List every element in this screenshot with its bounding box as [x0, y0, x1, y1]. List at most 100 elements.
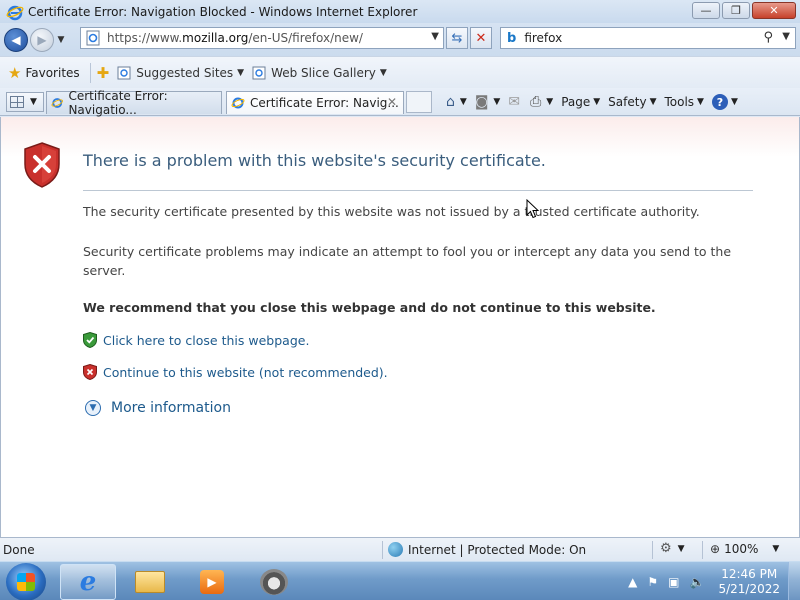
new-tab-button[interactable] — [406, 91, 432, 113]
search-icon[interactable]: ⚲ — [763, 30, 773, 45]
ie-logo-icon — [6, 5, 24, 20]
chevron-down-icon: ▼ — [493, 97, 501, 107]
more-information-toggle[interactable]: ▼ More information — [85, 400, 231, 416]
suggested-sites-icon — [117, 66, 131, 79]
show-hidden-icons-icon[interactable]: ▲ — [628, 575, 637, 589]
chevron-down-icon: ▼ — [459, 97, 467, 107]
back-button[interactable]: ◀ — [4, 27, 28, 52]
recent-pages-dropdown[interactable]: ▼ — [54, 35, 68, 45]
tab-page-icon — [51, 98, 63, 108]
safety-menu-label: Safety — [608, 95, 647, 109]
settings-gear-icon: ⚙ — [660, 541, 672, 556]
home-button[interactable]: ⌂ ▼ — [446, 94, 467, 110]
start-button[interactable] — [6, 563, 46, 600]
address-url[interactable]: https://www.mozilla.org/en-US/firefox/ne… — [107, 31, 363, 45]
web-slice-icon — [252, 66, 266, 79]
refresh-icon[interactable]: ⇆ — [446, 27, 468, 49]
quick-tabs-button[interactable]: ▼ — [6, 92, 44, 112]
windows-logo-icon — [17, 573, 35, 591]
minimize-button[interactable]: — — [692, 2, 720, 19]
favorites-star-icon: ★ — [8, 63, 22, 82]
forward-button[interactable]: ▶ — [30, 27, 54, 52]
page-icon — [86, 30, 100, 46]
web-slice-gallery-label: Web Slice Gallery — [271, 65, 376, 80]
zoom-control[interactable]: ⊕ 100% ▼ — [710, 542, 779, 556]
network-icon[interactable]: ▣ — [668, 575, 679, 589]
page-title: There is a problem with this website's s… — [83, 151, 546, 170]
close-webpage-link[interactable]: Click here to close this webpage. — [83, 332, 309, 348]
tab-certificate-error-1[interactable]: Certificate Error: Navigatio... — [46, 89, 222, 117]
search-input[interactable] — [524, 31, 745, 45]
home-icon: ⌂ — [446, 94, 455, 110]
window-title: Certificate Error: Navigation Blocked - … — [28, 4, 418, 19]
chevron-down-icon: ▼ — [237, 67, 245, 78]
action-center-flag-icon[interactable]: ⚑ — [647, 575, 658, 589]
taskbar-raccoon-app[interactable] — [246, 564, 302, 600]
certificate-message: The security certificate presented by th… — [83, 204, 700, 219]
clock[interactable]: 12:46 PM 5/21/2022 — [718, 567, 780, 597]
clock-date: 5/21/2022 — [718, 581, 780, 596]
tab-row: ▼ Certificate Error: Navigatio... Certif… — [0, 88, 800, 117]
favorites-separator — [89, 62, 91, 83]
bing-icon: b — [507, 30, 517, 46]
stop-icon[interactable]: ✕ — [470, 27, 492, 49]
tools-menu[interactable]: Tools ▼ — [664, 95, 703, 109]
tab-list-dropdown-icon[interactable]: ▼ — [30, 97, 37, 107]
page-content: There is a problem with this website's s… — [0, 117, 800, 537]
continue-to-website-link[interactable]: Continue to this website (not recommende… — [83, 364, 388, 380]
address-bar[interactable]: https://www.mozilla.org/en-US/firefox/ne… — [80, 27, 444, 49]
chevron-down-icon: ▼ — [546, 97, 554, 107]
more-information-label[interactable]: More information — [111, 400, 231, 416]
taskbar-media-player[interactable]: ▶ — [184, 564, 240, 600]
recommendation-text: We recommend that you close this webpage… — [83, 300, 656, 315]
protected-mode-settings[interactable]: ⚙ ▼ — [660, 541, 685, 556]
close-tab-icon[interactable]: ✕ — [387, 95, 397, 109]
suggested-sites-link[interactable]: Suggested Sites ▼ — [117, 66, 244, 80]
taskbar-windows-explorer[interactable] — [122, 564, 178, 600]
page-menu[interactable]: Page ▼ — [561, 95, 600, 109]
search-box[interactable]: b ⚲ ▼ — [500, 27, 796, 49]
maximize-button[interactable]: ❐ — [722, 2, 750, 19]
add-to-favorites-bar-icon[interactable]: ✚ — [97, 64, 110, 82]
address-dropdown-icon[interactable]: ▼ — [431, 31, 439, 42]
zone-label: Internet | Protected Mode: On — [408, 542, 587, 557]
web-slice-gallery-link[interactable]: Web Slice Gallery ▼ — [252, 66, 387, 80]
green-shield-check-icon — [83, 332, 97, 348]
continue-label[interactable]: Continue to this website (not recommende… — [103, 365, 388, 380]
show-desktop-button[interactable] — [788, 562, 800, 600]
taskbar: e ▶ ▲ ⚑ ▣ 🔈 12:46 PM 5/21/2022 — [0, 561, 800, 600]
read-mail-button[interactable]: ✉ — [508, 94, 522, 110]
chevron-down-icon: ▼ — [677, 543, 685, 554]
internet-explorer-icon: e — [79, 567, 97, 597]
tab-label: Certificate Error: Navig... — [250, 96, 399, 110]
security-zone[interactable]: Internet | Protected Mode: On — [388, 542, 586, 557]
tab-certificate-error-2[interactable]: Certificate Error: Navig... ✕ — [226, 91, 404, 114]
safety-menu[interactable]: Safety ▼ — [608, 95, 656, 109]
suggested-sites-label: Suggested Sites — [136, 65, 234, 80]
taskbar-internet-explorer[interactable]: e — [60, 564, 116, 600]
address-row: ◀ ▶ ▼ https://www.mozilla.org/en-US/fire… — [0, 23, 800, 56]
window-controls: — ❐ ✕ — [692, 2, 796, 19]
feeds-button[interactable]: ◙ ▼ — [475, 94, 501, 110]
print-icon: ⎙ — [530, 94, 542, 110]
title-bar: Certificate Error: Navigation Blocked - … — [0, 0, 800, 23]
chevron-down-icon: ▼ — [593, 97, 601, 107]
close-webpage-label[interactable]: Click here to close this webpage. — [103, 333, 309, 348]
print-button[interactable]: ⎙ ▼ — [530, 94, 553, 110]
error-shield-icon — [24, 142, 60, 188]
status-separator — [702, 541, 703, 559]
help-icon: ? — [711, 94, 728, 110]
close-window-button[interactable]: ✕ — [752, 2, 796, 19]
status-separator — [382, 541, 383, 559]
help-menu[interactable]: ? ▼ — [711, 94, 738, 110]
volume-muted-icon[interactable]: 🔈 — [690, 575, 705, 589]
folder-icon — [135, 571, 165, 593]
status-bar: Done Internet | Protected Mode: On ⚙ ▼ ⊕… — [0, 537, 800, 561]
search-options-dropdown-icon[interactable]: ▼ — [782, 31, 790, 42]
warning-message: Security certificate problems may indica… — [83, 244, 732, 278]
page-menu-label: Page — [561, 95, 591, 109]
mouse-cursor-icon — [526, 199, 540, 219]
mail-icon: ✉ — [508, 94, 521, 110]
status-separator — [652, 541, 653, 559]
favorites-button[interactable]: ★ Favorites — [8, 64, 80, 82]
